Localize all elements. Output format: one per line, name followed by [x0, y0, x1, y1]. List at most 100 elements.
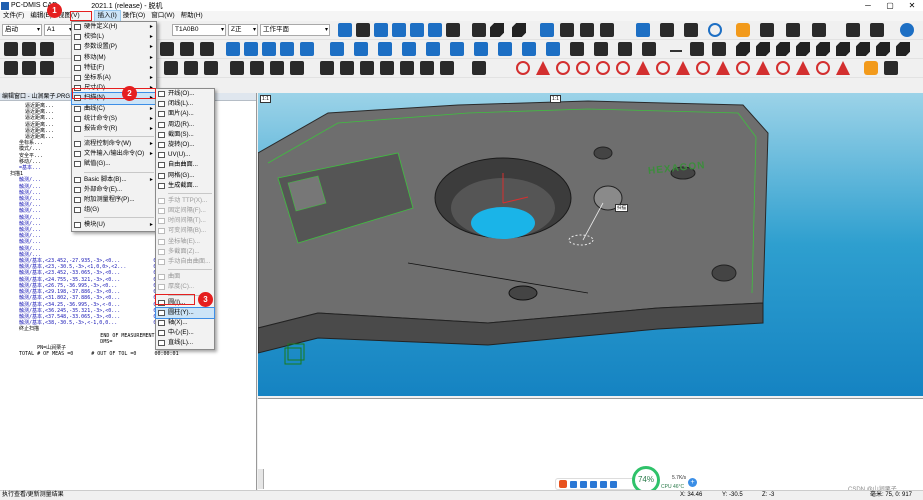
tol-arc-icon[interactable] [816, 61, 830, 75]
layer-icon[interactable] [330, 42, 344, 56]
tol-circle-icon[interactable] [516, 61, 530, 75]
tol-symmetry-icon[interactable] [736, 61, 750, 75]
insert-menu-item[interactable]: 流程控制命令(W) ▸ [72, 139, 156, 149]
program-line[interactable]: TOTAL # OF MEAS =0 # OUT OF TOL =0 00:00… [10, 351, 256, 357]
workplane-combo[interactable]: 工作平面 [260, 24, 330, 36]
scan-submenu-item[interactable]: 开线(O)... [156, 89, 214, 99]
insert-menu-item[interactable]: 附加测量程序(P)... [72, 195, 156, 205]
tol-perp-icon[interactable] [716, 61, 730, 75]
menu-file[interactable]: 文件(F) [0, 11, 27, 21]
circle-outline-icon[interactable] [708, 23, 722, 37]
insert-menu-item[interactable]: 移动(M) ▸ [72, 53, 156, 63]
table-icon[interactable] [580, 23, 594, 37]
line-feature-icon[interactable] [378, 42, 392, 56]
ring-icon[interactable] [380, 61, 394, 75]
arrow-icon[interactable] [4, 61, 18, 75]
insert-menu-item[interactable]: Basic 脚本(B)... ▸ [72, 175, 156, 185]
execute-icon[interactable] [428, 23, 442, 37]
frame-icon[interactable] [690, 42, 704, 56]
tol-round-icon[interactable] [656, 61, 670, 75]
menu-operation[interactable]: 操作(O) [120, 11, 148, 21]
tol-diameter-icon[interactable] [836, 61, 850, 75]
point-icon[interactable] [354, 42, 368, 56]
target-icon[interactable] [540, 23, 554, 37]
cylinder-feature-icon[interactable] [474, 42, 488, 56]
ime-mic-icon[interactable] [590, 480, 597, 488]
insert-menu-item[interactable]: 参数设置(P) ▸ [72, 42, 156, 52]
zoom-icon[interactable] [280, 42, 294, 56]
move-point-icon[interactable] [230, 61, 244, 75]
mode-combo[interactable]: 启动 [2, 24, 42, 36]
tol-runout-icon[interactable] [616, 61, 630, 75]
scan-submenu-item[interactable]: 中心(E)... [156, 328, 214, 338]
grid-icon[interactable] [374, 23, 388, 37]
scan-submenu-item[interactable]: 旋转(O)... [156, 140, 214, 150]
solid-view-7-icon[interactable] [856, 42, 870, 56]
pan-icon[interactable] [300, 42, 314, 56]
menu-insert[interactable]: 插入(I) [93, 10, 121, 22]
scan-submenu-item[interactable]: UV(U)... [156, 150, 214, 160]
insert-menu-item[interactable]: 硬件定义(H) ▸ [72, 22, 156, 32]
solid-view-2-icon[interactable] [756, 42, 770, 56]
arrows-icon[interactable] [684, 23, 698, 37]
arrow-down-icon[interactable] [40, 61, 54, 75]
move-icon[interactable] [472, 23, 486, 37]
insert-menu-item[interactable]: 组(G) [72, 205, 156, 215]
oval-icon[interactable] [400, 61, 414, 75]
close-button[interactable]: ✕ [901, 0, 923, 11]
wrist-icon[interactable] [618, 42, 632, 56]
filter-icon[interactable] [884, 61, 898, 75]
stop-icon[interactable] [160, 42, 174, 56]
ime-keyboard-icon[interactable] [600, 480, 607, 488]
solid-view-1-icon[interactable] [736, 42, 750, 56]
align-icon[interactable] [40, 42, 54, 56]
note-icon[interactable] [472, 61, 486, 75]
chain-icon[interactable] [360, 61, 374, 75]
cad-graphics-view[interactable]: 1:1 1:1 HEXAGON 扫描 [258, 93, 923, 396]
insert-menu-item[interactable]: 文件输入/输出命令(O) ▸ [72, 149, 156, 159]
insert-menu-item[interactable]: 曲线(C) ▸ [72, 104, 156, 114]
scan-submenu-item[interactable]: 轴(X)... [156, 318, 214, 328]
scan-submenu-item[interactable]: 自由曲面... [156, 160, 214, 170]
ime-mode-icon[interactable] [570, 480, 577, 488]
solid-view-3-icon[interactable] [776, 42, 790, 56]
scan-submenu-item[interactable]: 面片(A)... [156, 109, 214, 119]
globe-icon[interactable] [636, 23, 650, 37]
ime-punct-icon[interactable] [580, 480, 587, 488]
slot-feature-icon[interactable] [522, 42, 536, 56]
pause-icon[interactable] [180, 42, 194, 56]
construct-icon[interactable] [570, 42, 584, 56]
pane-splitter[interactable] [258, 469, 264, 489]
pin-icon[interactable] [320, 61, 334, 75]
tol-position-icon[interactable] [576, 61, 590, 75]
folder-icon[interactable] [356, 23, 370, 37]
minimize-button[interactable]: ─ [857, 0, 879, 11]
probe-icon[interactable] [392, 23, 406, 37]
axis-combo[interactable]: Z正 [228, 24, 258, 36]
plus-icon[interactable]: + [688, 478, 697, 487]
open-icon[interactable] [184, 61, 198, 75]
menu-window[interactable]: 窗口(W) [148, 11, 177, 21]
polygon-feature-icon[interactable] [546, 42, 560, 56]
play-icon[interactable] [900, 23, 914, 37]
tag-icon[interactable] [446, 23, 460, 37]
ruler-icon[interactable] [660, 23, 674, 37]
pill-icon[interactable] [440, 61, 454, 75]
copy-icon[interactable] [812, 23, 826, 37]
angle-icon[interactable] [340, 61, 354, 75]
fit-icon[interactable] [244, 42, 258, 56]
comment-icon[interactable] [560, 23, 574, 37]
sphere-feature-icon[interactable] [426, 42, 440, 56]
read-position-icon[interactable] [410, 23, 424, 37]
camera-icon[interactable] [200, 42, 214, 56]
rectangle-icon[interactable] [736, 23, 750, 37]
plane-feature-icon[interactable] [498, 42, 512, 56]
underline-icon[interactable] [670, 42, 682, 52]
tol-line-icon[interactable] [756, 61, 770, 75]
solid-view-8-icon[interactable] [876, 42, 890, 56]
cube-solid-icon[interactable] [512, 23, 526, 37]
menu-help[interactable]: 帮助(H) [178, 11, 206, 21]
ellipse-icon[interactable] [270, 61, 284, 75]
sphere-icon[interactable] [338, 23, 352, 37]
plane-icon[interactable] [760, 23, 774, 37]
